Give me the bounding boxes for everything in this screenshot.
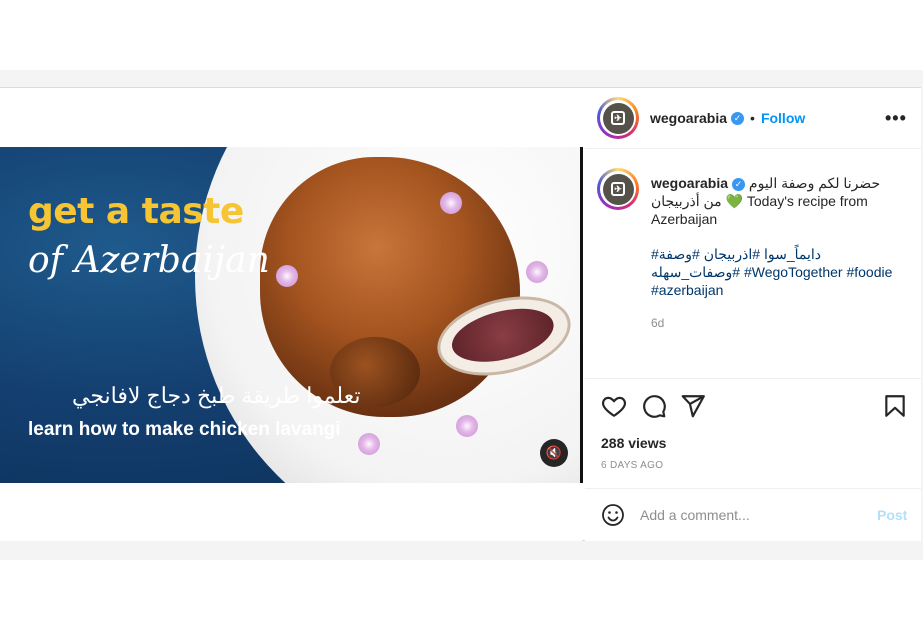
share-icon[interactable] xyxy=(680,393,706,419)
flower-decoration-icon xyxy=(358,433,380,455)
hashtag-link[interactable]: #WegoTogether xyxy=(744,264,843,280)
post-header: ✈ wegoarabia ✓ • Follow ••• xyxy=(585,88,921,149)
bookmark-icon[interactable] xyxy=(882,393,908,419)
hashtag-link[interactable]: #foodie xyxy=(846,264,892,280)
caption-avatar[interactable]: ✈ xyxy=(597,168,639,210)
flower-decoration-icon xyxy=(526,261,548,283)
post-video[interactable]: get a taste of Azerbaijan تعلموا طريقة ط… xyxy=(0,147,582,483)
caption-hashtags: #دايماً_سوا #اذربيجان #وصفة #وصفات_سهله … xyxy=(651,245,901,299)
flower-decoration-icon xyxy=(440,192,462,214)
video-edge xyxy=(580,147,583,483)
video-title-line-2: of Azerbaijan xyxy=(28,240,270,281)
green-heart-icon: 💚 xyxy=(725,193,743,209)
follow-button[interactable]: Follow xyxy=(761,110,805,126)
flower-decoration-icon xyxy=(456,415,478,437)
heart-icon[interactable] xyxy=(601,393,627,419)
post-caption: wegoarabia ✓ حضرنا لكم وصفة اليوم من أذرب… xyxy=(651,174,901,228)
emoji-icon[interactable] xyxy=(601,503,625,527)
media-bottom-padding xyxy=(0,483,582,541)
caption-age[interactable]: 6d xyxy=(651,316,664,330)
wego-logo-icon: ✈ xyxy=(611,182,625,196)
hashtag-link[interactable]: #اذربيجان xyxy=(704,246,760,262)
hashtag-link[interactable]: #azerbaijan xyxy=(651,282,723,298)
comment-input[interactable] xyxy=(640,504,860,526)
instagram-post: get a taste of Azerbaijan تعلموا طريقة ط… xyxy=(0,87,921,541)
more-options-icon[interactable]: ••• xyxy=(885,108,907,129)
verified-badge-icon: ✓ xyxy=(732,177,746,191)
avatar[interactable]: ✈ xyxy=(597,97,639,139)
video-subtitle-arabic: تعلموا طريقة طبخ دجاج لافانجي xyxy=(72,383,361,408)
flower-decoration-icon xyxy=(276,265,298,287)
mute-toggle-button[interactable]: 🔇 xyxy=(540,439,568,467)
speaker-muted-icon: 🔇 xyxy=(545,445,563,460)
wego-logo-icon: ✈ xyxy=(611,111,625,125)
post-comment-button[interactable]: Post xyxy=(877,507,907,523)
post-actions xyxy=(585,378,921,433)
comment-form: Post xyxy=(585,488,921,541)
hashtag-link[interactable]: #وصفات_سهله xyxy=(651,264,740,280)
comment-icon[interactable] xyxy=(641,393,667,419)
view-count[interactable]: 288 views xyxy=(601,435,666,451)
hashtag-link[interactable]: #وصفة xyxy=(659,246,700,262)
post-date[interactable]: 6 DAYS AGO xyxy=(601,460,663,471)
separator-dot: • xyxy=(750,110,755,126)
post-sidebar: ✈ wegoarabia ✓ • Follow ••• ✈ wegoarabia… xyxy=(585,88,921,541)
verified-badge-icon: ✓ xyxy=(731,111,745,125)
header-username[interactable]: wegoarabia xyxy=(650,110,727,126)
caption-username[interactable]: wegoarabia xyxy=(651,175,728,191)
media-top-padding xyxy=(0,88,582,147)
video-subtitle-english: learn how to make chicken lavangi xyxy=(28,419,341,440)
video-title-line-1: get a taste xyxy=(28,191,244,232)
